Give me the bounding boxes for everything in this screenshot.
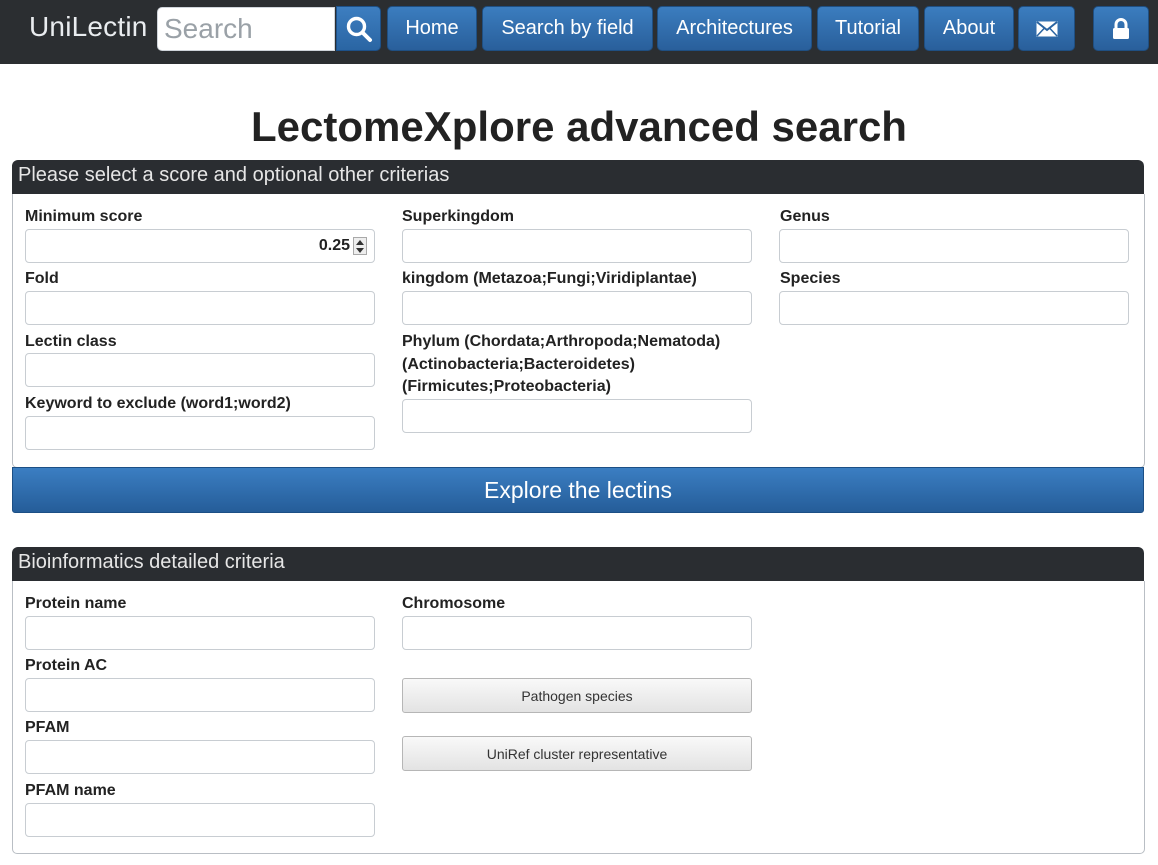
min-score-input[interactable]: 0.25 — [25, 229, 375, 263]
pfam-label: PFAM — [25, 719, 70, 736]
pathogen-species-button[interactable]: Pathogen species — [402, 678, 752, 713]
login-button[interactable] — [1093, 6, 1149, 51]
search-button[interactable] — [336, 6, 381, 51]
phylum-input[interactable] — [402, 399, 752, 433]
lectin-class-label: Lectin class — [25, 333, 117, 350]
phylum-label: Phylum (Chordata;Arthropoda;Nematoda) (A… — [402, 331, 720, 399]
species-input[interactable] — [779, 291, 1129, 325]
min-score-label: Minimum score — [25, 208, 143, 225]
pfam-name-label: PFAM name — [25, 782, 116, 799]
nav-about-button[interactable]: About — [924, 6, 1014, 51]
search-icon — [346, 16, 372, 42]
genus-label: Genus — [780, 208, 830, 225]
chromosome-label: Chromosome — [402, 595, 506, 612]
min-score-stepper[interactable] — [353, 237, 367, 255]
stepper-down-icon[interactable] — [356, 247, 364, 253]
nav-architectures-button[interactable]: Architectures — [657, 6, 812, 51]
kingdom-input[interactable] — [402, 291, 752, 325]
lectin-class-input[interactable] — [25, 353, 375, 387]
lock-icon — [1113, 17, 1129, 39]
contact-button[interactable] — [1018, 6, 1075, 51]
keyword-exclude-label: Keyword to exclude (word1;word2) — [25, 395, 291, 412]
kingdom-label: kingdom (Metazoa;Fungi;Viridiplantae) — [402, 270, 697, 287]
protein-ac-label: Protein AC — [25, 657, 108, 674]
fold-label: Fold — [25, 270, 59, 287]
phylum-label-line-3: (Firmicutes;Proteobacteria) — [402, 378, 611, 395]
superkingdom-input[interactable] — [402, 229, 752, 263]
superkingdom-label: Superkingdom — [402, 208, 515, 225]
pfam-name-input[interactable] — [25, 803, 375, 837]
genus-input[interactable] — [779, 229, 1129, 263]
nav-home-button[interactable]: Home — [387, 6, 477, 51]
protein-name-input[interactable] — [25, 616, 375, 650]
page-title: LectomeXplore advanced search — [251, 103, 907, 150]
explore-lectins-button[interactable]: Explore the lectins — [12, 467, 1144, 513]
species-label: Species — [780, 270, 841, 287]
protein-ac-input[interactable] — [25, 678, 375, 712]
keyword-exclude-input[interactable] — [25, 416, 375, 450]
top-navbar: UniLectin Home Search by field Architect… — [0, 0, 1158, 64]
min-score-value: 0.25 — [318, 237, 350, 254]
panel-header-score-criteria: Please select a score and optional other… — [12, 160, 1144, 194]
search-input[interactable] — [157, 7, 335, 51]
pfam-input[interactable] — [25, 740, 375, 774]
envelope-icon — [1035, 20, 1058, 37]
phylum-label-line-1: Phylum (Chordata;Arthropoda;Nematoda) — [402, 333, 721, 350]
uniref-cluster-button[interactable]: UniRef cluster representative — [402, 736, 752, 771]
chromosome-input[interactable] — [402, 616, 752, 650]
phylum-label-line-2: (Actinobacteria;Bacteroidetes) — [402, 355, 635, 373]
fold-input[interactable] — [25, 291, 375, 325]
brand-logo[interactable]: UniLectin — [29, 11, 148, 43]
stepper-up-icon[interactable] — [356, 239, 364, 245]
protein-name-label: Protein name — [25, 595, 127, 612]
nav-tutorial-button[interactable]: Tutorial — [817, 6, 919, 51]
nav-search-by-field-button[interactable]: Search by field — [482, 6, 653, 51]
panel-header-bioinformatics: Bioinformatics detailed criteria — [12, 547, 1144, 581]
